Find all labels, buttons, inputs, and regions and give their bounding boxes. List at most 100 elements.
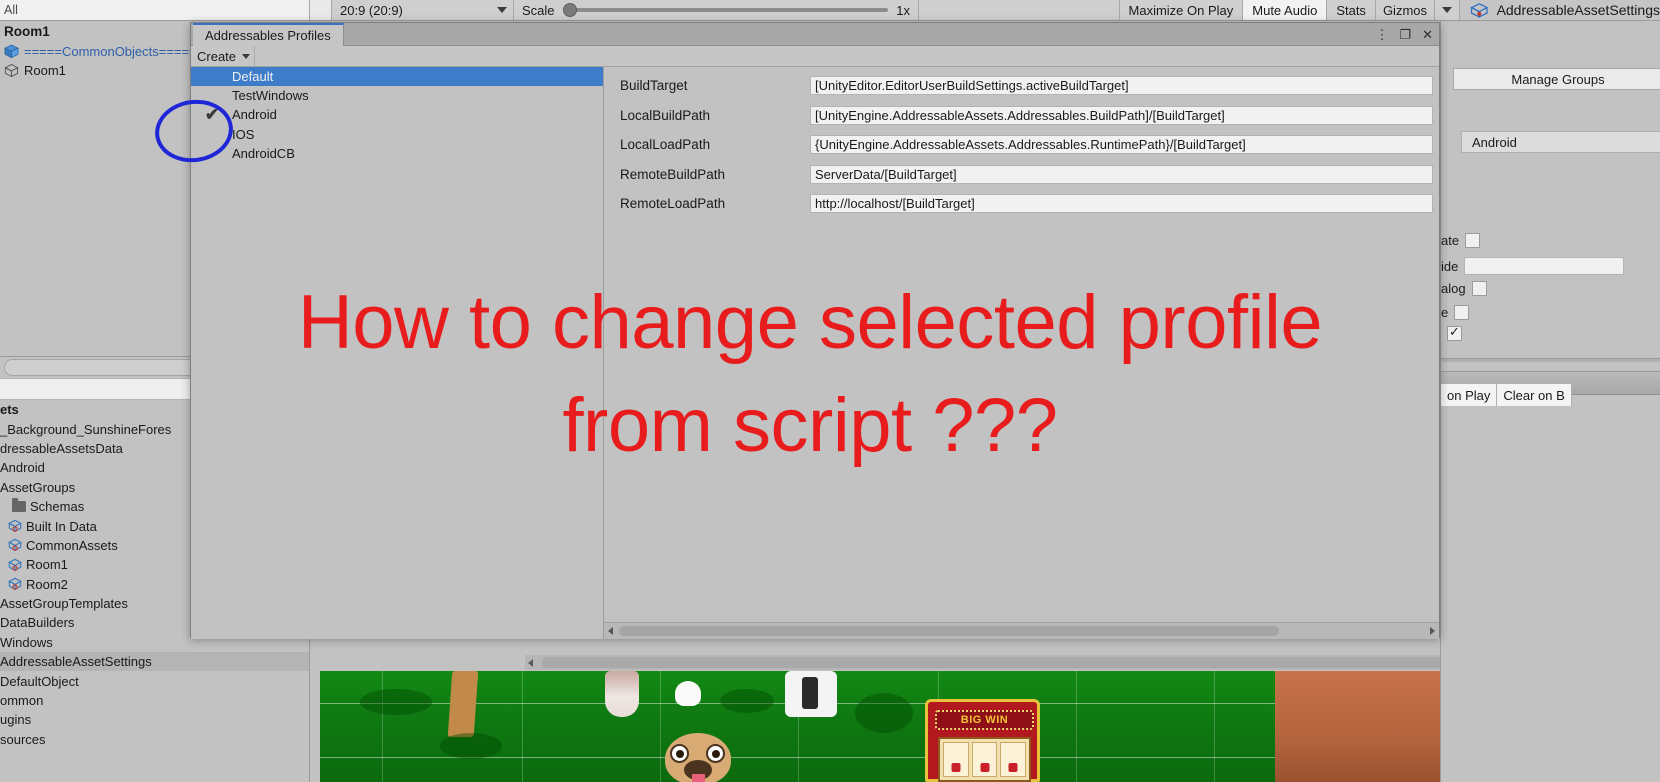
clear-on-play-button[interactable]: on Play [1441, 384, 1498, 406]
profiles-window-body: Default TestWindows ✔ Android IOS AndroidCB B… [191, 67, 1439, 639]
project-row-label: DefaultObject [0, 673, 79, 689]
maximize-on-play-button[interactable]: Maximize On Play [1119, 0, 1244, 20]
horizontal-scrollbar[interactable] [604, 622, 1439, 639]
manage-groups-button[interactable]: Manage Groups [1453, 68, 1660, 90]
hierarchy-item-label: =====CommonObjects===== [24, 44, 197, 59]
game-bush-sprite [360, 689, 432, 715]
inspector-field-alog[interactable]: alog [1441, 281, 1487, 296]
profiles-list: Default TestWindows ✔ Android IOS AndroidCB [191, 67, 604, 639]
profile-list-item[interactable]: Default [191, 67, 603, 87]
window-maximize-icon[interactable]: ❐ [1399, 28, 1411, 41]
profiles-window-toolbar: Create [191, 46, 1439, 67]
slot-machine-label: BIG WIN [935, 710, 1034, 730]
search-filter-all[interactable]: All [0, 0, 310, 20]
inspector-checkbox[interactable] [1471, 281, 1487, 296]
inspector-text-input[interactable] [1464, 257, 1625, 275]
profile-variable-input[interactable]: {UnityEngine.AddressableAssets.Addressab… [810, 135, 1433, 155]
active-profile-check-icon: ✔ [204, 105, 220, 125]
top-toolbar: All 20:9 (20:9) Scale 1x Maximize On Pla… [0, 0, 1660, 21]
inspector-field-e[interactable]: e [1441, 305, 1470, 320]
profile-variable-row: RemoteBuildPath ServerData/[BuildTarget] [604, 160, 1439, 190]
project-row[interactable]: ugins [0, 710, 309, 729]
project-row[interactable]: ommon [0, 691, 309, 710]
stats-button[interactable]: Stats [1327, 0, 1376, 20]
clear-on-build-button[interactable]: Clear on B [1497, 384, 1572, 406]
project-row[interactable]: DefaultObject [0, 671, 309, 690]
inspector-divider [1441, 358, 1660, 362]
project-row-label: Android [0, 460, 45, 476]
profile-variable-input[interactable]: ServerData/[BuildTarget] [810, 164, 1433, 184]
tab-addressables-profiles[interactable]: Addressables Profiles [193, 23, 344, 46]
inspector-checkbox[interactable] [1454, 305, 1470, 320]
project-row[interactable]: AddressableAssetSettings [0, 652, 309, 672]
create-dropdown-button[interactable]: Create [191, 46, 255, 66]
aspect-ratio-dropdown[interactable]: 20:9 (20:9) [332, 0, 514, 20]
gizmos-button[interactable]: Gizmos [1375, 0, 1435, 20]
gizmos-dropdown[interactable] [1435, 0, 1460, 20]
scroll-left-arrow-icon[interactable] [528, 659, 533, 667]
mute-audio-button[interactable]: Mute Audio [1243, 0, 1328, 20]
addressable-group-icon [8, 558, 22, 572]
profile-variable-label: LocalLoadPath [620, 137, 711, 153]
active-profile-dropdown[interactable]: Android [1461, 131, 1660, 153]
profiles-window-tabstrip: Addressables Profiles ⋮ ❐ ✕ [191, 23, 1439, 46]
toolbar-blank-button[interactable] [310, 0, 332, 20]
inspector-field-last[interactable] [1441, 324, 1462, 341]
game-character-cow [785, 671, 837, 717]
addressables-profiles-window: Addressables Profiles ⋮ ❐ ✕ Create Defau… [190, 22, 1440, 639]
gameobject-cube-outline-icon [4, 63, 19, 78]
project-row-label: sources [0, 731, 46, 747]
inspector-field-label: ate [1441, 233, 1460, 248]
window-close-icon[interactable]: ✕ [1422, 28, 1433, 41]
profile-variable-label: LocalBuildPath [620, 107, 711, 123]
addressable-asset-icon [1470, 3, 1489, 18]
project-row-label: ommon [0, 693, 44, 709]
scroll-right-arrow-icon[interactable] [1430, 627, 1435, 635]
profile-variable-input[interactable]: http://localhost/[BuildTarget] [810, 194, 1433, 214]
profile-variables-pane: BuildTarget [UnityEditor.EditorUserBuildS… [604, 67, 1439, 639]
horizontal-scrollbar-thumb[interactable] [619, 626, 1279, 636]
profile-list-item[interactable]: ✔ Android [191, 105, 603, 124]
scroll-left-arrow-icon[interactable] [608, 627, 613, 635]
folder-icon [12, 498, 26, 513]
profile-list-item[interactable]: IOS [191, 125, 603, 144]
game-ghost-sprite [675, 681, 701, 706]
profile-variable-input[interactable]: [UnityEngine.AddressableAssets.Addressab… [810, 105, 1433, 125]
aspect-ratio-value: 20:9 (20:9) [340, 2, 403, 18]
inspector-field-ide[interactable]: ide [1441, 257, 1625, 275]
scale-slider-knob[interactable] [562, 3, 577, 17]
window-menu-icon[interactable]: ⋮ [1375, 28, 1388, 41]
project-row-label: _Background_SunshineFores [0, 421, 172, 437]
scale-slider[interactable] [562, 3, 889, 17]
window-controls: ⋮ ❐ ✕ [1375, 23, 1433, 46]
profile-variable-label: RemoteLoadPath [620, 196, 726, 212]
inspector-checkbox-checked[interactable] [1447, 324, 1462, 341]
inspector-checkbox[interactable] [1465, 233, 1481, 248]
inspector-field-label: e [1441, 305, 1449, 320]
profile-list-item[interactable]: TestWindows [191, 86, 603, 105]
gameobject-cube-icon [4, 44, 19, 59]
scale-slider-group[interactable]: Scale 1x [514, 0, 919, 20]
inspector-field-ate[interactable]: ate [1441, 233, 1481, 248]
asset-settings-tab-label[interactable]: AddressableAssetSettings [1497, 2, 1660, 18]
chevron-down-icon [242, 53, 251, 59]
profile-variable-input[interactable]: [UnityEditor.EditorUserBuildSettings.act… [810, 76, 1433, 96]
hierarchy-item-label: Room1 [24, 63, 66, 78]
addressable-group-icon [8, 519, 22, 533]
project-row-label: Room2 [26, 576, 68, 592]
game-view-canvas[interactable]: BIG WIN [320, 671, 1285, 782]
project-row[interactable]: sources [0, 730, 309, 749]
project-row-label: Room1 [26, 557, 68, 573]
profile-name-label: IOS [232, 126, 255, 142]
game-tree-sprite [447, 671, 479, 737]
chevron-down-icon [1442, 7, 1452, 13]
project-row-label: ets [0, 402, 19, 418]
inspector-field-label: ide [1441, 258, 1459, 274]
profile-variable-row: RemoteLoadPath http://localhost/[BuildTar… [604, 189, 1439, 219]
inspector-field-label: alog [1441, 281, 1466, 296]
toolbar-spacer [919, 0, 1120, 20]
addressable-group-icon [8, 577, 22, 591]
project-row-label: Windows [0, 634, 53, 650]
profile-list-item[interactable]: AndroidCB [191, 144, 603, 163]
game-view-scrollbar-thumb[interactable] [542, 657, 1472, 668]
